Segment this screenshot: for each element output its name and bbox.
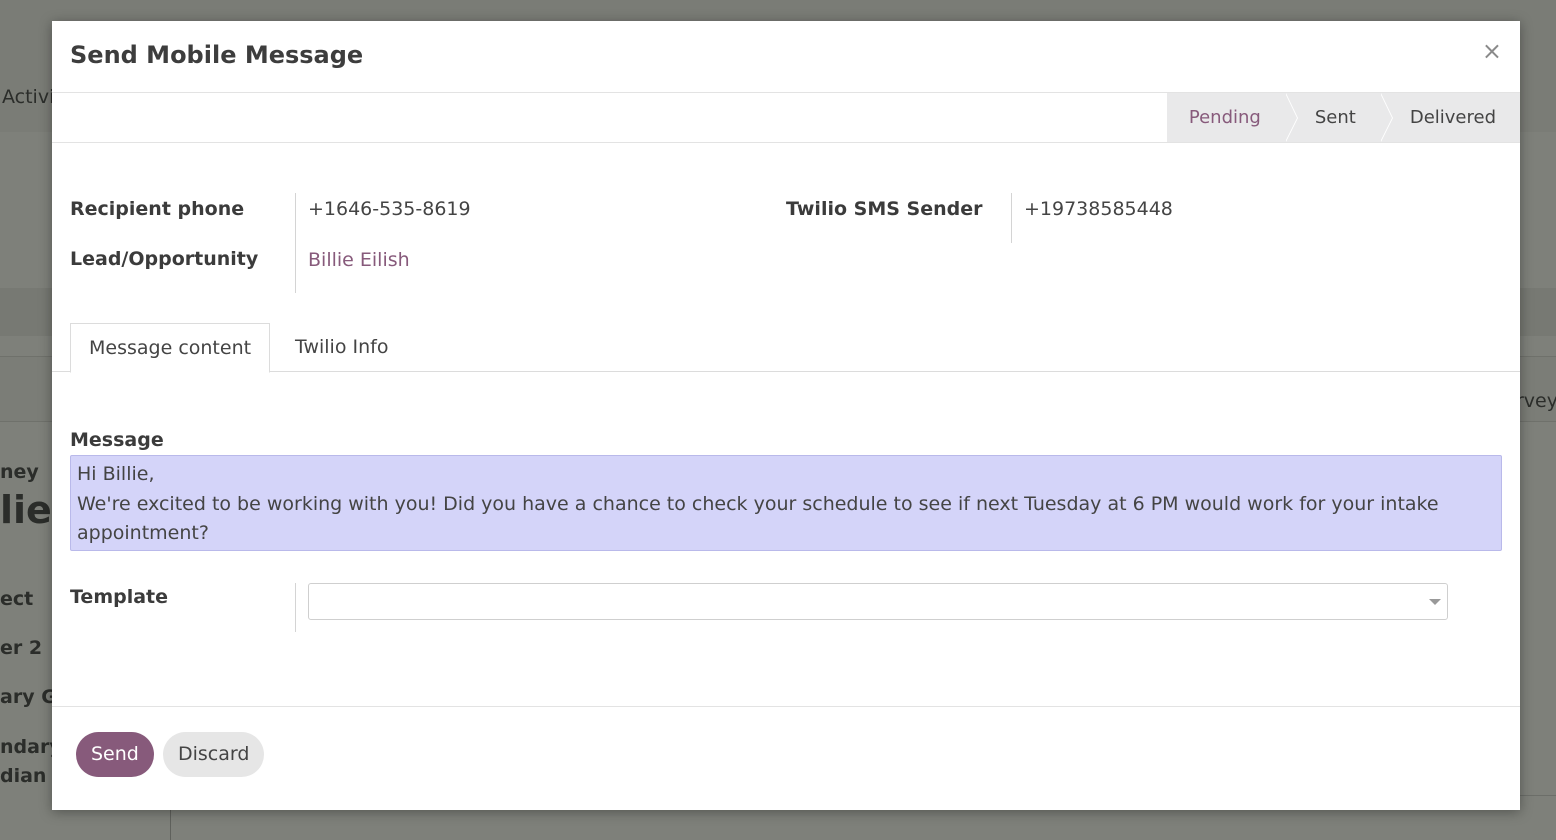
label-separator	[1011, 193, 1012, 243]
tab-message-content[interactable]: Message content	[70, 323, 271, 373]
notebook-tabs: Message content Twilio Info	[52, 323, 1520, 373]
message-label: Message	[70, 429, 164, 451]
twilio-sender-label: Twilio SMS Sender	[786, 198, 983, 220]
background-survey-label: rvey	[1516, 390, 1556, 412]
stage-sent[interactable]: Sent	[1284, 93, 1393, 142]
message-line: We're excited to be working with you! Di…	[77, 492, 1439, 515]
template-label: Template	[70, 586, 169, 608]
dialog-footer: Send Discard	[52, 707, 1520, 809]
message-textarea[interactable]: Hi Billie, We're excited to be working w…	[70, 455, 1502, 551]
background-record-name: lie	[0, 488, 52, 532]
dialog-header: Send Mobile Message ×	[52, 21, 1520, 93]
message-line: Hi Billie,	[77, 463, 155, 485]
close-icon[interactable]: ×	[1482, 39, 1502, 63]
status-stages: Pending Sent Delivered	[1166, 93, 1520, 142]
background-prospect-label: ect	[0, 588, 34, 610]
form-body: Recipient phone +1646-535-8619 Lead/Oppo…	[52, 143, 1520, 707]
label-separator	[295, 583, 296, 632]
status-bar: Pending Sent Delivered	[52, 93, 1520, 143]
message-line: appointment?	[77, 522, 209, 544]
dialog-title: Send Mobile Message	[70, 41, 364, 69]
background-activity-label: Activi	[2, 86, 55, 108]
template-select[interactable]	[308, 583, 1448, 620]
recipient-phone-label: Recipient phone	[70, 198, 245, 220]
background-journey-label: ney	[0, 461, 39, 483]
background-secondary-guardian-label-2: dian	[0, 765, 47, 787]
twilio-sender-value[interactable]: +19738585448	[1024, 198, 1173, 220]
recipient-phone-value[interactable]: +1646-535-8619	[308, 198, 471, 220]
background-member-label: er 2	[0, 637, 43, 659]
lead-opportunity-link[interactable]: Billie Eilish	[308, 249, 410, 271]
discard-button[interactable]: Discard	[163, 732, 265, 777]
chevron-down-icon	[1429, 599, 1441, 605]
stage-pending[interactable]: Pending	[1166, 93, 1298, 142]
send-mobile-message-dialog: Send Mobile Message × Pending Sent Deliv…	[52, 21, 1520, 810]
label-separator	[295, 193, 296, 293]
tab-twilio-info[interactable]: Twilio Info	[277, 323, 406, 372]
lead-opportunity-label: Lead/Opportunity	[70, 248, 259, 270]
stage-delivered[interactable]: Delivered	[1379, 93, 1520, 142]
send-button[interactable]: Send	[76, 732, 154, 777]
